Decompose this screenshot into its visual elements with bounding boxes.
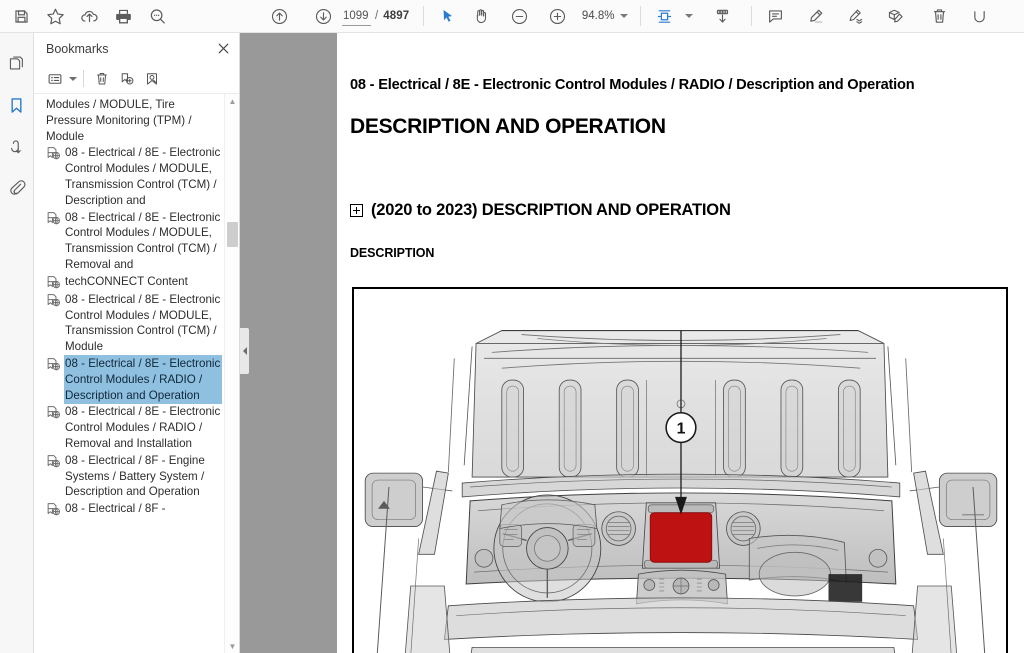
close-icon[interactable] [213, 39, 233, 59]
section-heading: (2020 to 2023) DESCRIPTION AND OPERATION [350, 201, 1008, 220]
page-title: DESCRIPTION AND OPERATION [350, 115, 666, 138]
bookmark-label: techCONNECT Content [65, 274, 188, 288]
list-item[interactable]: Modules / MODULE, Tire Pressure Monitori… [34, 97, 223, 144]
save-icon[interactable] [4, 1, 38, 31]
comment-icon[interactable] [758, 1, 792, 31]
list-item[interactable]: 08 - Electrical / 8E - Electronic Contro… [34, 210, 223, 273]
subsection-heading: DESCRIPTION [350, 246, 435, 260]
fill-and-sign-icon[interactable] [878, 1, 912, 31]
toolbar-divider-1 [423, 6, 425, 26]
sidebar-item-signatures[interactable] [2, 129, 32, 163]
list-item[interactable]: 08 - Electrical / 8E - Electronic Contro… [34, 404, 223, 451]
list-item[interactable]: techCONNECT Content [34, 274, 223, 291]
diagram-svg: 1 [364, 330, 998, 653]
web-link-bookmark-icon [46, 146, 62, 162]
current-page-input[interactable]: 1099 [342, 7, 371, 26]
annotation-tools-group [758, 1, 996, 31]
bookmark-label: 08 - Electrical / 8E - Electronic Contro… [65, 405, 221, 450]
section-heading-text: (2020 to 2023) DESCRIPTION AND OPERATION [371, 201, 731, 219]
radio-highlight-rect [649, 512, 713, 563]
list-item-selected[interactable]: 08 - Electrical / 8E - Electronic Contro… [34, 355, 223, 404]
panel-toolbar-divider [83, 70, 84, 87]
page-number-box: 1099 / 4897 [342, 7, 409, 26]
callout-number: 1 [677, 421, 686, 438]
sidebar-item-page-thumbnails[interactable] [2, 47, 32, 81]
upload-cloud-icon[interactable] [72, 1, 106, 31]
bookmarks-panel-toolbar [34, 64, 239, 94]
web-link-bookmark-icon [46, 293, 62, 309]
web-link-bookmark-icon [46, 357, 62, 373]
zoom-in-icon[interactable] [540, 1, 574, 31]
bookmark-label: 08 - Electrical / 8E - Electronic Contro… [65, 355, 221, 404]
hand-tool-icon[interactable] [464, 1, 498, 31]
list-item[interactable]: 08 - Electrical / 8F - Engine Systems / … [34, 453, 223, 500]
zoom-dropdown-chevron-icon[interactable] [616, 4, 632, 28]
sidebar-item-attachments[interactable] [2, 170, 32, 204]
view-tools-group: 94.8% [430, 1, 632, 31]
collapse-panel-handle[interactable] [240, 328, 249, 374]
toolbar-divider-2 [640, 6, 642, 26]
zoom-out-icon[interactable] [502, 1, 536, 31]
new-bookmark-icon[interactable] [114, 67, 139, 91]
bookmark-label: 08 - Electrical / 8E - Electronic Contro… [65, 210, 221, 271]
bookmark-label: 08 - Electrical / 8E - Electronic Contro… [65, 292, 221, 354]
star-icon[interactable] [38, 1, 72, 31]
web-link-bookmark-icon [46, 454, 62, 470]
bookmarks-panel-header: Bookmarks [34, 33, 239, 64]
bookmark-label: 08 - Electrical / 8E - Electronic Contro… [65, 146, 221, 207]
collapse-arrow-icon [242, 347, 247, 355]
list-item[interactable]: 08 - Electrical / 8E - Electronic Contro… [34, 145, 223, 208]
document-page: 08 - Electrical / 8E - Electronic Contro… [337, 33, 1024, 653]
web-link-bookmark-icon [46, 275, 62, 291]
breadcrumb: 08 - Electrical / 8E - Electronic Contro… [350, 77, 915, 93]
web-link-bookmark-icon [46, 502, 62, 518]
highlight-icon[interactable] [798, 1, 832, 31]
page-nav-group: 1099 / 4897 [262, 1, 409, 31]
left-nav-rail [0, 33, 34, 653]
print-icon[interactable] [106, 1, 140, 31]
expand-section-icon[interactable] [350, 204, 363, 217]
next-page-icon[interactable] [306, 1, 340, 31]
panel-title: Bookmarks [46, 41, 109, 56]
web-link-bookmark-icon [46, 405, 62, 421]
toolbar-divider-3 [751, 6, 753, 26]
scroll-up-arrow-icon[interactable]: ▲ [225, 94, 239, 108]
freehand-draw-icon[interactable] [838, 1, 872, 31]
page-separator: / [375, 10, 379, 22]
bookmark-options-chevron-icon[interactable] [67, 67, 78, 91]
delete-bookmark-icon[interactable] [89, 67, 114, 91]
file-tools-group [4, 1, 174, 31]
list-item[interactable]: 08 - Electrical / 8F - [34, 501, 223, 518]
document-viewer[interactable]: 08 - Electrical / 8E - Electronic Contro… [240, 33, 1024, 653]
select-cursor-icon[interactable] [430, 1, 464, 31]
scroll-down-arrow-icon[interactable]: ▼ [225, 639, 239, 653]
bookmark-label: 08 - Electrical / 8F - Engine Systems / … [65, 453, 205, 499]
vehicle-interior-radio-diagram: 1 [352, 287, 1008, 653]
list-item[interactable]: 08 - Electrical / 8E - Electronic Contro… [34, 292, 223, 355]
edit-bookmark-icon[interactable] [139, 67, 164, 91]
top-toolbar: 1099 / 4897 94.8% [0, 0, 1024, 33]
layout-tools-group [647, 1, 739, 31]
pdf-viewer-window: 1099 / 4897 94.8% Bookmarks Modules / MO… [0, 0, 1024, 653]
delete-icon[interactable] [922, 1, 956, 31]
scrollbar-thumb[interactable] [227, 222, 238, 247]
zoom-level-value[interactable]: 94.8% [580, 10, 616, 22]
page-scrolling-icon[interactable] [705, 1, 739, 31]
fit-page-dropdown-chevron-icon[interactable] [681, 4, 697, 28]
search-icon[interactable] [140, 1, 174, 31]
web-link-bookmark-icon [46, 211, 62, 227]
bookmark-label: Modules / MODULE, Tire Pressure Monitori… [46, 98, 192, 143]
fit-page-icon[interactable] [647, 1, 681, 31]
bookmarks-scroll-area: Modules / MODULE, Tire Pressure Monitori… [34, 94, 239, 653]
undo-icon[interactable] [962, 1, 996, 31]
sidebar-item-bookmarks[interactable] [2, 88, 32, 122]
bookmarks-scrollbar[interactable]: ▲ ▼ [224, 94, 239, 653]
total-pages: 4897 [383, 10, 410, 22]
bookmark-label: 08 - Electrical / 8F - [65, 502, 166, 516]
bookmark-options-icon[interactable] [42, 67, 67, 91]
previous-page-icon[interactable] [262, 1, 296, 31]
bookmarks-panel: Bookmarks Modules / MODULE, Tire Pressur… [34, 33, 240, 653]
bookmarks-list: Modules / MODULE, Tire Pressure Monitori… [34, 97, 239, 518]
